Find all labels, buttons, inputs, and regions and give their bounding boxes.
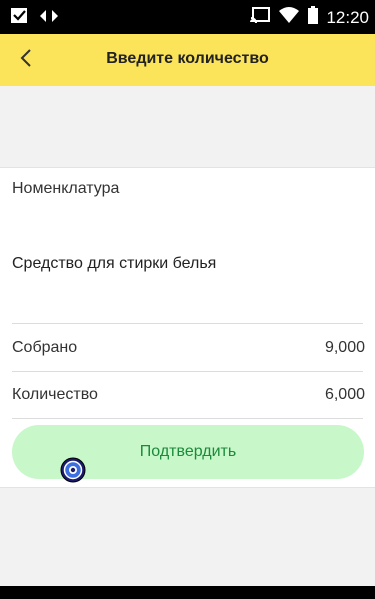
status-bar: 12:20 bbox=[0, 0, 375, 34]
divider bbox=[12, 418, 363, 419]
device-frame: 12:20 Введите количество Номенклатура Ср… bbox=[0, 0, 375, 599]
battery-icon bbox=[308, 6, 319, 29]
collected-row: Собрано 9,000 bbox=[12, 325, 365, 371]
checkbox-notification-icon bbox=[10, 7, 30, 30]
nomenclature-value: Средство для стирки белья bbox=[12, 255, 217, 272]
divider bbox=[12, 323, 363, 324]
collected-label: Собрано bbox=[12, 339, 78, 356]
status-time: 12:20 bbox=[326, 7, 369, 27]
collected-value: 9,000 bbox=[324, 339, 365, 356]
app-header: Введите количество bbox=[0, 34, 375, 86]
cast-icon bbox=[250, 6, 271, 29]
quantity-row[interactable]: Количество 6,000 bbox=[12, 372, 365, 418]
touch-point-icon bbox=[60, 457, 86, 483]
quantity-card: Номенклатура Средство для стирки белья С… bbox=[0, 167, 375, 488]
status-right-icons: 12:20 bbox=[250, 6, 369, 29]
bottom-bar bbox=[0, 586, 375, 599]
quantity-label: Количество bbox=[12, 386, 98, 403]
page-title: Введите количество bbox=[106, 50, 269, 67]
app-screen: 12:20 Введите количество Номенклатура Ср… bbox=[0, 0, 375, 586]
wifi-icon bbox=[278, 6, 300, 29]
data-sync-icon bbox=[38, 7, 60, 30]
quantity-value[interactable]: 6,000 bbox=[325, 386, 365, 404]
back-button[interactable] bbox=[6, 40, 46, 80]
nomenclature-label: Номенклатура bbox=[12, 180, 120, 197]
status-left-icons bbox=[10, 7, 60, 30]
chevron-left-icon bbox=[19, 48, 33, 73]
